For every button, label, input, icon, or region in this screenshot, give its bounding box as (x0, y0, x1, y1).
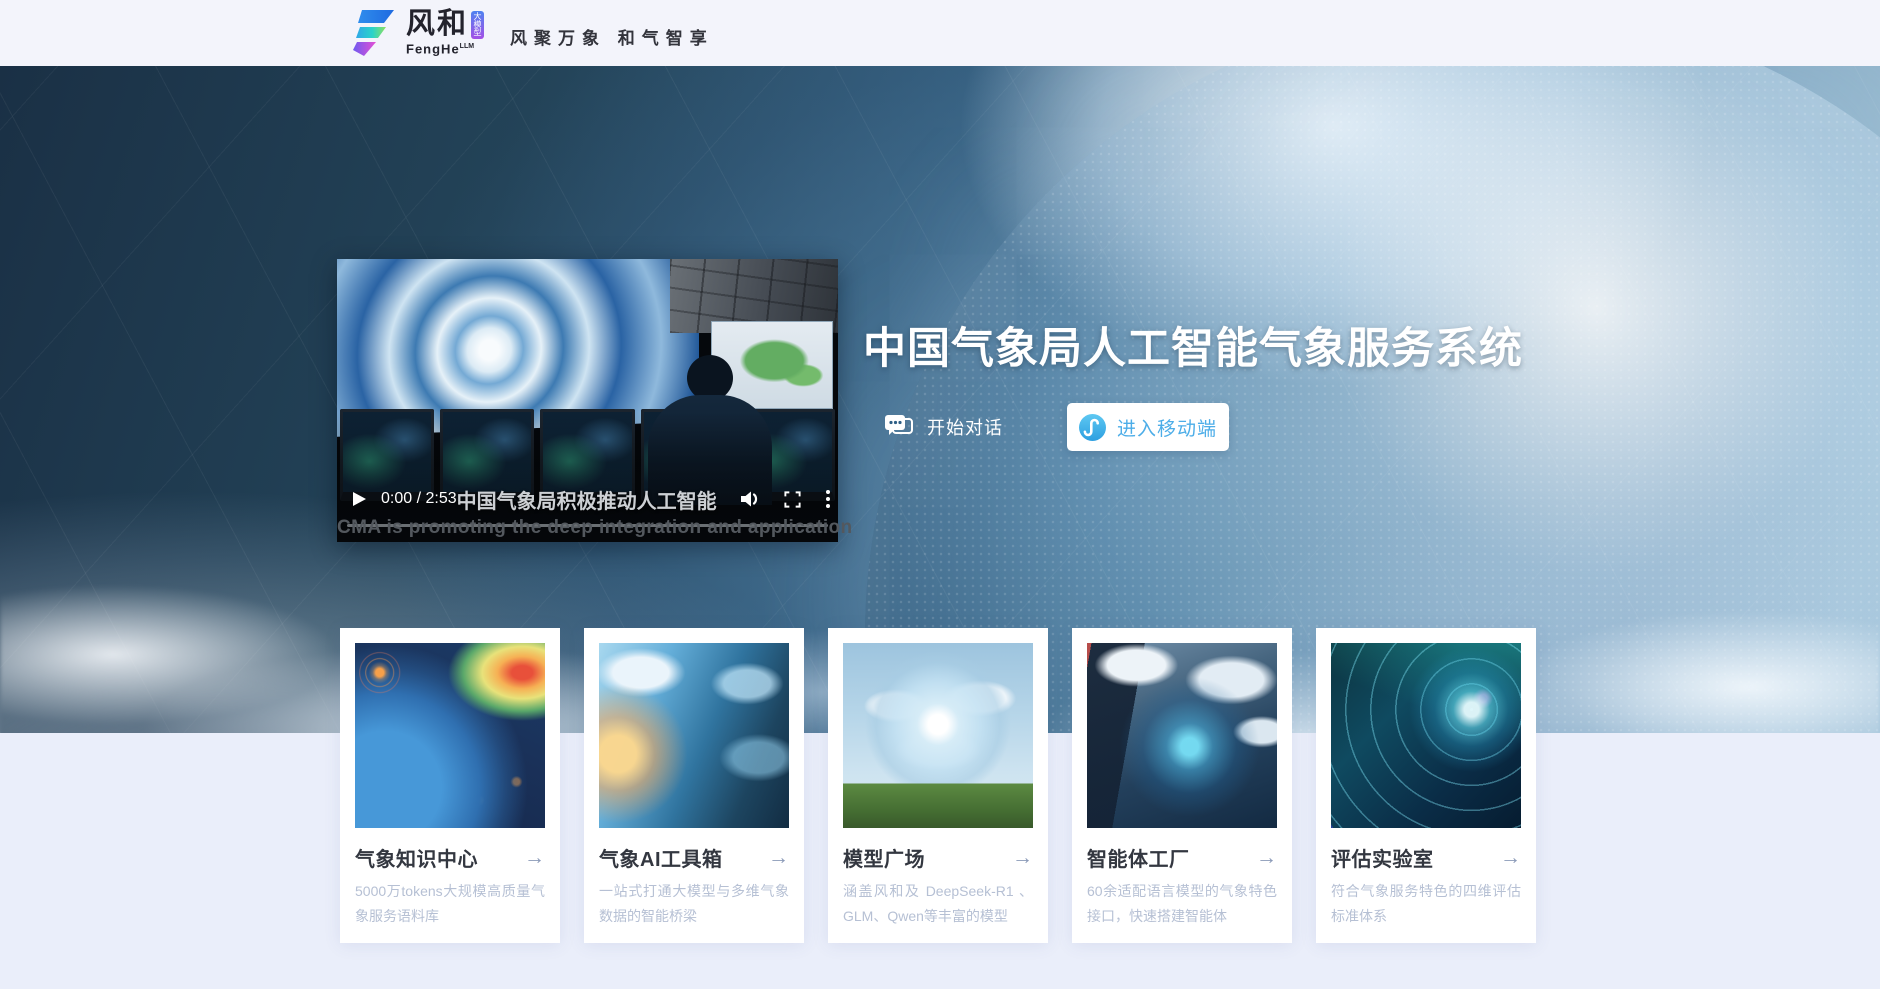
video-overflow-menu-button[interactable] (826, 490, 830, 508)
hero-actions: 开始对话 进入移动端 (884, 403, 1229, 451)
card-image-ai-toolbox (599, 643, 789, 828)
arrow-right-icon[interactable]: → (768, 848, 789, 868)
card-eval-lab[interactable]: 评估实验室 → 符合气象服务特色的四维评估标准体系 (1316, 628, 1536, 943)
mobile-app-label: 进入移动端 (1117, 414, 1217, 441)
video-subtitle-en: CMA is promoting the deep integration an… (337, 517, 838, 539)
card-title: 模型广场 (843, 843, 925, 872)
logo-name-en: FengHeLLM (406, 39, 484, 56)
logo-link[interactable]: 风和 大模型 FengHeLLM (348, 7, 484, 59)
card-title: 评估实验室 (1331, 843, 1434, 872)
video-controls: 0:00 / 2:53 中国气象局积极推动人工智能 (337, 480, 838, 518)
mute-button[interactable] (739, 489, 761, 509)
card-image-agent-factory (1087, 643, 1277, 828)
card-ai-toolbox[interactable]: 气象AI工具箱 → 一站式打通大模型与多维气象数据的智能桥梁 (584, 628, 804, 943)
play-button[interactable] (352, 491, 367, 507)
card-description: 一站式打通大模型与多维气象数据的智能桥梁 (599, 879, 789, 929)
card-agent-factory[interactable]: 智能体工厂 → 60余适配语言模型的气象特色接口，快速搭建智能体 (1072, 628, 1292, 943)
start-chat-button[interactable]: 开始对话 (884, 414, 1003, 441)
arrow-right-icon[interactable]: → (1012, 848, 1033, 868)
intro-video-player[interactable]: 0:00 / 2:53 中国气象局积极推动人工智能 CMA is promoti… (337, 259, 838, 542)
card-description: 涵盖风和及 DeepSeek-R1 、GLM、Qwen等丰富的模型 (843, 879, 1033, 929)
chat-bubble-icon (884, 414, 915, 441)
card-knowledge-center[interactable]: 气象知识中心 → 5000万tokens大规模高质量气象服务语料库 (340, 628, 560, 943)
card-image-knowledge-center (355, 643, 545, 828)
card-title: 智能体工厂 (1087, 843, 1190, 872)
card-description: 60余适配语言模型的气象特色接口，快速搭建智能体 (1087, 879, 1277, 929)
card-description: 符合气象服务特色的四维评估标准体系 (1331, 879, 1521, 929)
video-subtitle-cn: 中国气象局积极推动人工智能 (457, 485, 717, 514)
logo-text: 风和 大模型 FengHeLLM (406, 9, 484, 56)
card-title: 气象知识中心 (355, 843, 478, 872)
card-title: 气象AI工具箱 (599, 843, 723, 872)
mobile-app-icon (1079, 414, 1106, 441)
mobile-app-button[interactable]: 进入移动端 (1067, 403, 1229, 451)
page-title: 中国气象局人工智能气象服务系统 (863, 314, 1523, 376)
header: 风和 大模型 FengHeLLM 风聚万象 和气智享 (0, 0, 1880, 66)
page: 风和 大模型 FengHeLLM 风聚万象 和气智享 (0, 0, 1880, 989)
feature-cards: 气象知识中心 → 5000万tokens大规模高质量气象服务语料库 气象AI工具… (340, 628, 1536, 943)
start-chat-label: 开始对话 (927, 414, 1003, 440)
card-image-eval-lab (1331, 643, 1521, 828)
fenghe-logo-icon (348, 7, 398, 59)
fullscreen-button[interactable] (783, 490, 802, 509)
card-image-model-plaza (843, 643, 1033, 828)
card-description: 5000万tokens大规模高质量气象服务语料库 (355, 879, 545, 929)
brand-tagline: 风聚万象 和气智享 (510, 24, 714, 49)
logo-badge: 大模型 (471, 11, 484, 39)
card-model-plaza[interactable]: 模型广场 → 涵盖风和及 DeepSeek-R1 、GLM、Qwen等丰富的模型 (828, 628, 1048, 943)
arrow-right-icon[interactable]: → (524, 848, 545, 868)
logo-name-cn: 风和 (406, 9, 468, 39)
arrow-right-icon[interactable]: → (1500, 848, 1521, 868)
video-time: 0:00 / 2:53 (381, 490, 457, 508)
arrow-right-icon[interactable]: → (1256, 848, 1277, 868)
